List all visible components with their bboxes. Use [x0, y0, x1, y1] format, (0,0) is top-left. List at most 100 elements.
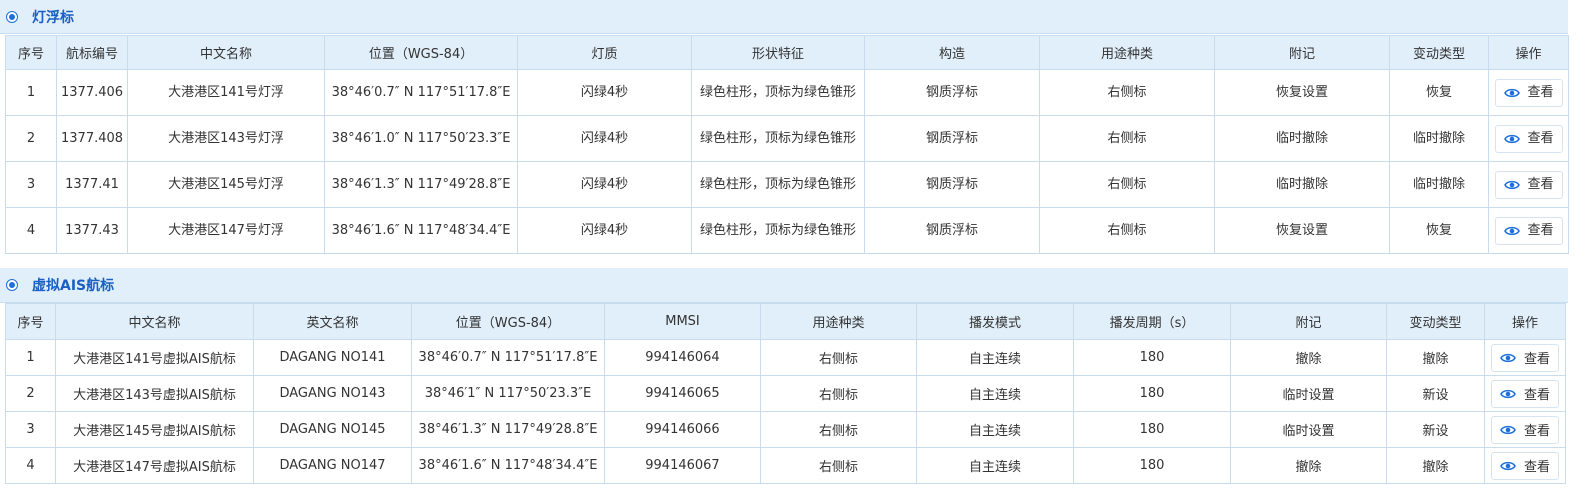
cell-shape: 绿色柱形，顶标为绿色锥形	[691, 161, 866, 208]
table-row: 3 1377.41 大港港区145号灯浮 38°46′1.3″ N 117°49…	[5, 161, 1570, 208]
column-header: 序号	[5, 303, 56, 340]
cell-no: 3	[5, 161, 57, 208]
table-row: 4 1377.43 大港港区147号灯浮 38°46′1.6″ N 117°48…	[5, 207, 1570, 254]
cell-no: 1	[5, 69, 57, 116]
cell-position: 38°46′1.6″ N 117°48′34.4″E	[411, 447, 605, 484]
view-button-label: 查看	[1523, 388, 1550, 403]
cell-no: 2	[5, 375, 56, 412]
cell-shape: 绿色柱形，顶标为绿色锥形	[691, 115, 866, 162]
cell-usage: 右侧标	[1039, 115, 1216, 162]
view-button[interactable]: 查看	[1490, 451, 1559, 480]
table-row: 4 大港港区147号虚拟AIS航标 DAGANG NO147 38°46′1.6…	[5, 447, 1566, 484]
cell-en-name: DAGANG NO143	[253, 375, 412, 412]
cell-action: 查看	[1488, 207, 1570, 254]
column-header: 形状特征	[691, 35, 866, 70]
column-header: 变动类型	[1386, 303, 1485, 340]
cell-remark: 撤除	[1230, 339, 1387, 376]
cell-position: 38°46′0.7″ N 117°51′17.8″E	[324, 69, 519, 116]
view-button-label: 查看	[1527, 84, 1554, 100]
page: 灯浮标 序号 航标编号 中文名称 位置（WGS-84） 灯质 形状特征 构造 用…	[0, 0, 1588, 489]
column-header: 中文名称	[55, 303, 254, 340]
column-header: 位置（WGS-84）	[411, 303, 605, 340]
cell-name: 大港港区145号虚拟AIS航标	[55, 411, 254, 448]
cell-remark: 临时设置	[1230, 411, 1387, 448]
cell-usage: 右侧标	[1039, 69, 1216, 116]
radio-selected-icon[interactable]	[6, 279, 18, 291]
cell-change: 撤除	[1386, 339, 1485, 376]
cell-change: 恢复	[1389, 207, 1490, 254]
view-button[interactable]: 查看	[1490, 379, 1559, 408]
cell-change: 撤除	[1386, 447, 1485, 484]
cell-action: 查看	[1488, 69, 1570, 116]
cell-remark: 临时设置	[1230, 375, 1387, 412]
view-button[interactable]: 查看	[1490, 415, 1559, 444]
cell-structure: 钢质浮标	[864, 207, 1041, 254]
eye-icon	[1503, 226, 1520, 235]
view-button-label: 查看	[1523, 352, 1550, 367]
view-button-label: 查看	[1527, 222, 1554, 238]
cell-mmsi: 994146066	[604, 411, 761, 448]
cell-usage: 右侧标	[760, 375, 917, 412]
section-header-light-buoy: 灯浮标	[0, 0, 1568, 34]
cell-mmsi: 994146064	[604, 339, 761, 376]
cell-position: 38°46′1.0″ N 117°50′23.3″E	[324, 115, 519, 162]
eye-icon	[1500, 425, 1516, 434]
table-header-row: 序号 中文名称 英文名称 位置（WGS-84） MMSI 用途种类 播发模式 播…	[5, 303, 1566, 340]
column-header: 操作	[1488, 35, 1570, 70]
cell-action: 查看	[1484, 375, 1566, 412]
cell-mmsi: 994146065	[604, 375, 761, 412]
column-header: 附记	[1230, 303, 1387, 340]
cell-shape: 绿色柱形，顶标为绿色锥形	[691, 207, 866, 254]
cell-period: 180	[1073, 375, 1231, 412]
cell-structure: 钢质浮标	[864, 115, 1041, 162]
cell-light: 闪绿4秒	[517, 161, 693, 208]
cell-no: 2	[5, 115, 57, 162]
view-button-label: 查看	[1527, 130, 1554, 146]
cell-no: 4	[5, 447, 56, 484]
view-button[interactable]: 查看	[1494, 124, 1563, 153]
cell-change: 恢复	[1389, 69, 1490, 116]
cell-change: 新设	[1386, 375, 1485, 412]
cell-position: 38°46′1.3″ N 117°49′28.8″E	[411, 411, 605, 448]
column-header: 构造	[864, 35, 1041, 70]
table-row: 1 大港港区141号虚拟AIS航标 DAGANG NO141 38°46′0.7…	[5, 339, 1566, 376]
cell-light: 闪绿4秒	[517, 69, 693, 116]
cell-remark: 撤除	[1230, 447, 1387, 484]
radio-selected-icon[interactable]	[6, 10, 18, 23]
column-header: 用途种类	[760, 303, 917, 340]
view-button[interactable]: 查看	[1494, 78, 1563, 107]
cell-name: 大港港区143号灯浮	[127, 115, 326, 162]
virtual-ais-table: 序号 中文名称 英文名称 位置（WGS-84） MMSI 用途种类 播发模式 播…	[5, 303, 1566, 484]
cell-structure: 钢质浮标	[864, 69, 1041, 116]
cell-change: 临时撤除	[1389, 161, 1490, 208]
column-header: 序号	[5, 35, 57, 70]
column-header: 操作	[1484, 303, 1566, 340]
eye-icon	[1500, 353, 1516, 362]
column-header: 变动类型	[1389, 35, 1490, 70]
eye-icon	[1503, 88, 1520, 97]
cell-position: 38°46′1.6″ N 117°48′34.4″E	[324, 207, 519, 254]
section-header-virtual-ais: 虚拟AIS航标	[0, 268, 1568, 303]
cell-change: 新设	[1386, 411, 1485, 448]
column-header: 播发周期（s）	[1073, 303, 1231, 340]
cell-mode: 自主连续	[916, 447, 1074, 484]
cell-action: 查看	[1484, 447, 1566, 484]
view-button[interactable]: 查看	[1490, 343, 1559, 372]
view-button[interactable]: 查看	[1494, 216, 1563, 245]
cell-name: 大港港区147号虚拟AIS航标	[55, 447, 254, 484]
cell-usage: 右侧标	[1039, 161, 1216, 208]
cell-shape: 绿色柱形，顶标为绿色锥形	[691, 69, 866, 116]
cell-structure: 钢质浮标	[864, 161, 1041, 208]
column-header: 附记	[1214, 35, 1391, 70]
cell-en-name: DAGANG NO147	[253, 447, 412, 484]
section-title: 虚拟AIS航标	[32, 278, 115, 294]
cell-remark: 恢复设置	[1214, 207, 1391, 254]
cell-no: 3	[5, 411, 56, 448]
cell-name: 大港港区145号灯浮	[127, 161, 326, 208]
cell-remark: 恢复设置	[1214, 69, 1391, 116]
column-header: 位置（WGS-84）	[324, 35, 519, 70]
view-button[interactable]: 查看	[1494, 170, 1563, 199]
column-header: 用途种类	[1039, 35, 1216, 70]
light-buoy-table: 序号 航标编号 中文名称 位置（WGS-84） 灯质 形状特征 构造 用途种类 …	[5, 35, 1570, 254]
cell-action: 查看	[1484, 339, 1566, 376]
